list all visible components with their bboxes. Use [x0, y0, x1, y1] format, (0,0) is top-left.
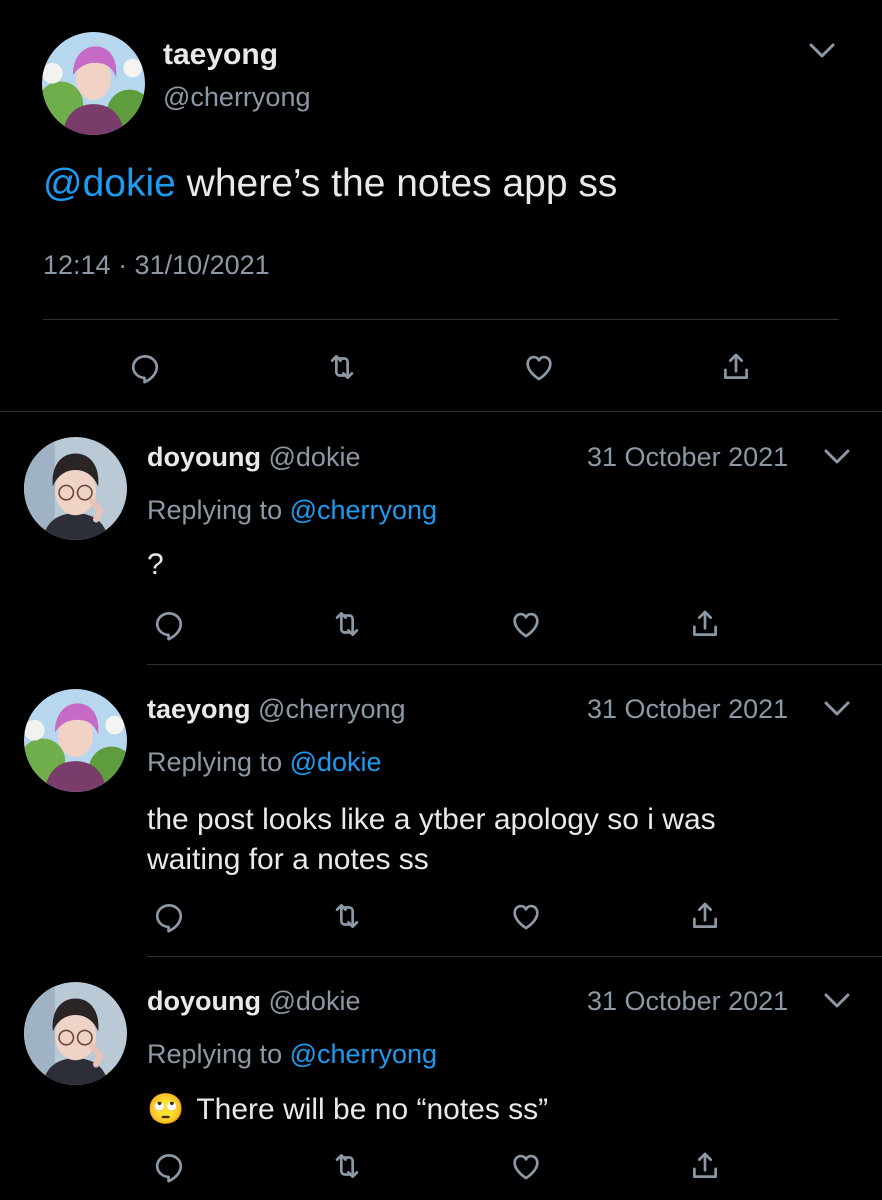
share-icon[interactable] — [717, 348, 755, 386]
chevron-down-icon[interactable] — [803, 32, 841, 70]
chevron-down-icon[interactable] — [818, 982, 856, 1020]
retweet-icon[interactable] — [323, 348, 361, 386]
display-name[interactable]: taeyong — [147, 694, 251, 724]
divider — [147, 664, 882, 665]
retweet-icon[interactable] — [328, 605, 366, 643]
replying-prefix: Replying to — [147, 495, 290, 525]
avatar[interactable] — [24, 437, 127, 540]
like-icon[interactable] — [507, 897, 545, 935]
share-icon[interactable] — [686, 1147, 724, 1185]
avatar[interactable] — [42, 32, 145, 135]
tweet-date[interactable]: 31 October 2021 — [587, 442, 788, 473]
username[interactable]: @dokie — [269, 442, 361, 472]
tweet-header: doyoung @dokie — [147, 442, 360, 473]
tweet-date[interactable]: 31 October 2021 — [587, 694, 788, 725]
tweet-body: where’s the notes app ss — [175, 162, 618, 205]
tweet-body: There will be no “notes ss” — [196, 1093, 549, 1126]
avatar-image — [24, 982, 127, 1085]
avatar[interactable] — [24, 982, 127, 1085]
like-icon[interactable] — [507, 1147, 545, 1185]
replying-prefix: Replying to — [147, 1039, 290, 1069]
replying-to: Replying to @cherryong — [147, 1039, 437, 1070]
mention-link[interactable]: @dokie — [43, 162, 176, 205]
tweet-header: taeyong @cherryong — [147, 694, 406, 725]
share-icon[interactable] — [686, 897, 724, 935]
share-icon[interactable] — [686, 605, 724, 643]
tweet-text-line: waiting for a notes ss — [147, 843, 429, 876]
replying-to: Replying to @dokie — [147, 747, 382, 778]
mention-link[interactable]: @dokie — [290, 747, 382, 777]
like-icon[interactable] — [520, 348, 558, 386]
mention-link[interactable]: @cherryong — [290, 1039, 437, 1069]
tweet-text: the post looks like a ytber apology so i… — [147, 800, 716, 880]
reply-icon[interactable] — [150, 1147, 188, 1185]
tweet-text-line: the post looks like a ytber apology so i… — [147, 803, 716, 836]
divider — [43, 319, 839, 320]
tweet-text: @dokie where’s the notes app ss — [43, 162, 617, 206]
tweet-header: doyoung @dokie — [147, 986, 360, 1017]
timestamp[interactable]: 12:14 · 31/10/2021 — [43, 250, 270, 281]
display-name[interactable]: doyoung — [147, 986, 261, 1016]
retweet-icon[interactable] — [328, 1147, 366, 1185]
like-icon[interactable] — [507, 605, 545, 643]
divider — [147, 956, 882, 957]
divider — [0, 411, 882, 412]
replying-to: Replying to @cherryong — [147, 495, 437, 526]
retweet-icon[interactable] — [328, 897, 366, 935]
avatar-image — [24, 437, 127, 540]
display-name[interactable]: doyoung — [147, 442, 261, 472]
reply-icon[interactable] — [150, 605, 188, 643]
reply-icon[interactable] — [126, 348, 164, 386]
username[interactable]: @dokie — [269, 986, 361, 1016]
tweet-text: 🙄 There will be no “notes ss” — [147, 1092, 548, 1127]
username[interactable]: @cherryong — [258, 694, 405, 724]
chevron-down-icon[interactable] — [818, 690, 856, 728]
mention-link[interactable]: @cherryong — [290, 495, 437, 525]
eye-roll-emoji: 🙄 — [147, 1093, 185, 1126]
chevron-down-icon[interactable] — [818, 438, 856, 476]
avatar-image — [42, 32, 145, 135]
avatar-image — [24, 689, 127, 792]
reply-icon[interactable] — [150, 897, 188, 935]
display-name[interactable]: taeyong — [163, 38, 278, 72]
avatar[interactable] — [24, 689, 127, 792]
tweet-date[interactable]: 31 October 2021 — [587, 986, 788, 1017]
tweet-text: ? — [147, 548, 164, 581]
username[interactable]: @cherryong — [163, 82, 310, 113]
replying-prefix: Replying to — [147, 747, 290, 777]
